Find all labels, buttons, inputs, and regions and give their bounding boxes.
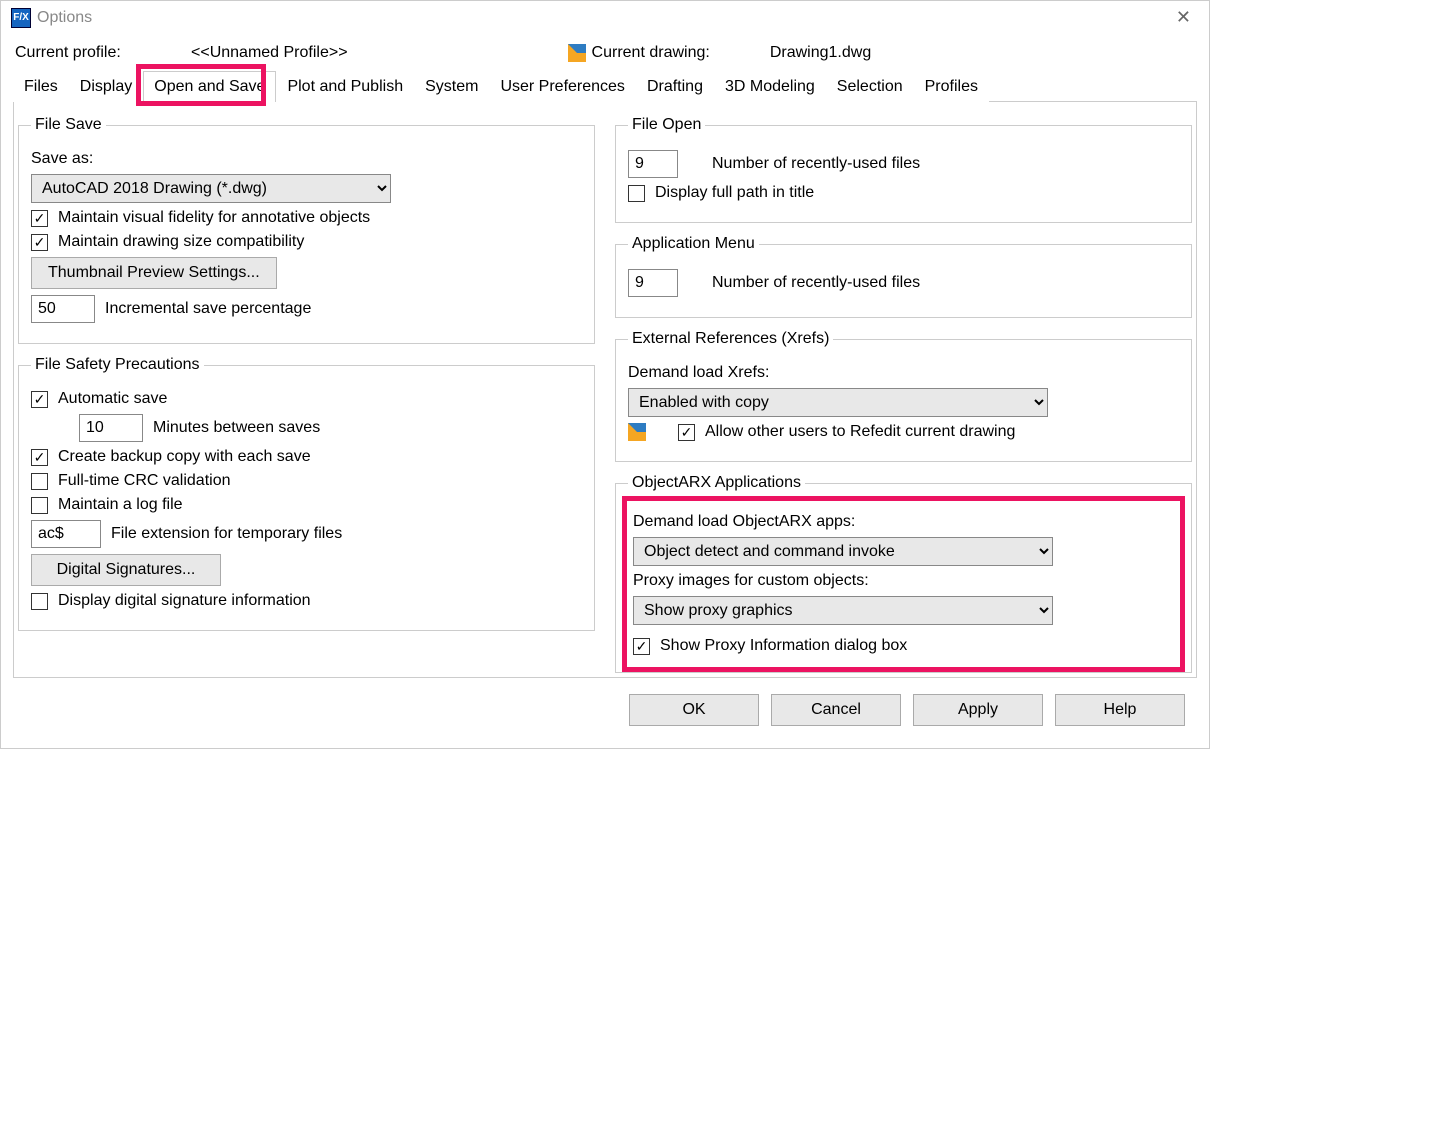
crc-validation-label: Full-time CRC validation [58, 472, 231, 490]
apply-button[interactable]: Apply [913, 694, 1043, 726]
group-application-menu: Application Menu Number of recently-used… [615, 235, 1192, 318]
tab-open-and-save[interactable]: Open and Save [143, 71, 276, 102]
crc-validation-checkbox[interactable] [31, 473, 48, 490]
file-safety-legend: File Safety Precautions [31, 356, 204, 374]
current-drawing-label: Current drawing: [592, 44, 710, 62]
current-profile-label: Current profile: [15, 44, 185, 62]
file-open-legend: File Open [628, 116, 705, 134]
proxy-images-select[interactable]: Show proxy graphics [633, 596, 1053, 625]
drawing-icon [628, 423, 652, 441]
display-digsig-label: Display digital signature information [58, 592, 311, 610]
allow-refedit-checkbox[interactable] [678, 424, 695, 441]
options-dialog: F/X Options ✕ Current profile: <<Unnamed… [0, 0, 1210, 749]
demand-load-xrefs-select[interactable]: Enabled with copy [628, 388, 1048, 417]
tab-drafting[interactable]: Drafting [636, 71, 714, 102]
proxy-images-label: Proxy images for custom objects: [633, 572, 869, 590]
maintain-fidelity-checkbox[interactable] [31, 210, 48, 227]
tab-3d-modeling[interactable]: 3D Modeling [714, 71, 826, 102]
demand-load-arx-select[interactable]: Object detect and command invoke [633, 537, 1053, 566]
tab-display[interactable]: Display [69, 71, 143, 102]
group-file-safety: File Safety Precautions Automatic save M… [18, 356, 595, 631]
automatic-save-checkbox[interactable] [31, 391, 48, 408]
profile-row: Current profile: <<Unnamed Profile>> Cur… [15, 44, 1197, 62]
close-icon[interactable]: ✕ [1168, 7, 1199, 28]
create-backup-label: Create backup copy with each save [58, 448, 311, 466]
thumbnail-preview-button[interactable]: Thumbnail Preview Settings... [31, 257, 277, 289]
file-open-recent-label: Number of recently-used files [712, 155, 920, 173]
create-backup-checkbox[interactable] [31, 449, 48, 466]
titlebar: F/X Options ✕ [1, 1, 1209, 34]
show-proxy-info-label: Show Proxy Information dialog box [660, 637, 907, 655]
current-drawing-value: Drawing1.dwg [770, 44, 871, 62]
automatic-save-label: Automatic save [58, 390, 167, 408]
tab-user-preferences[interactable]: User Preferences [489, 71, 636, 102]
maintain-logfile-label: Maintain a log file [58, 496, 183, 514]
cancel-button[interactable]: Cancel [771, 694, 901, 726]
group-objectarx: ObjectARX Applications Demand load Objec… [615, 474, 1192, 673]
maintain-logfile-checkbox[interactable] [31, 497, 48, 514]
app-menu-recent-input[interactable] [628, 269, 678, 297]
fx-logo-icon: F/X [11, 8, 31, 28]
window-title: Options [37, 9, 92, 27]
highlight-objectarx: Demand load ObjectARX apps: Object detec… [622, 496, 1185, 672]
incremental-save-label: Incremental save percentage [105, 300, 311, 318]
display-digsig-checkbox[interactable] [31, 593, 48, 610]
incremental-save-input[interactable] [31, 295, 95, 323]
digital-signatures-button[interactable]: Digital Signatures... [31, 554, 221, 586]
drawing-icon [568, 44, 592, 62]
show-proxy-info-checkbox[interactable] [633, 638, 650, 655]
maintain-fidelity-label: Maintain visual fidelity for annotative … [58, 209, 370, 227]
app-menu-legend: Application Menu [628, 235, 759, 253]
tab-profiles[interactable]: Profiles [914, 71, 989, 102]
ok-button[interactable]: OK [629, 694, 759, 726]
maintain-size-label: Maintain drawing size compatibility [58, 233, 304, 251]
group-file-save: File Save Save as: AutoCAD 2018 Drawing … [18, 116, 595, 344]
objectarx-legend: ObjectARX Applications [628, 474, 805, 492]
group-xrefs: External References (Xrefs) Demand load … [615, 330, 1192, 462]
allow-refedit-label: Allow other users to Refedit current dra… [705, 423, 1015, 441]
tab-pane: File Save Save as: AutoCAD 2018 Drawing … [13, 102, 1197, 678]
minutes-between-saves-input[interactable] [79, 414, 143, 442]
maintain-size-checkbox[interactable] [31, 234, 48, 251]
demand-load-arx-label: Demand load ObjectARX apps: [633, 513, 855, 531]
demand-load-xrefs-label: Demand load Xrefs: [628, 364, 769, 382]
tab-bar: Files Display Open and Save Plot and Pub… [13, 70, 1197, 102]
tab-files[interactable]: Files [13, 71, 69, 102]
tab-plot-and-publish[interactable]: Plot and Publish [276, 71, 414, 102]
display-full-path-checkbox[interactable] [628, 185, 645, 202]
tab-selection[interactable]: Selection [826, 71, 914, 102]
display-full-path-label: Display full path in title [655, 184, 814, 202]
file-open-recent-input[interactable] [628, 150, 678, 178]
xrefs-legend: External References (Xrefs) [628, 330, 833, 348]
file-extension-input[interactable] [31, 520, 101, 548]
tab-system[interactable]: System [414, 71, 489, 102]
minutes-between-saves-label: Minutes between saves [153, 419, 320, 437]
file-extension-label: File extension for temporary files [111, 525, 342, 543]
file-save-legend: File Save [31, 116, 106, 134]
help-button[interactable]: Help [1055, 694, 1185, 726]
group-file-open: File Open Number of recently-used files … [615, 116, 1192, 223]
save-as-label: Save as: [31, 150, 93, 168]
save-as-select[interactable]: AutoCAD 2018 Drawing (*.dwg) [31, 174, 391, 203]
app-menu-recent-label: Number of recently-used files [712, 274, 920, 292]
current-profile-value: <<Unnamed Profile>> [191, 44, 348, 62]
dialog-footer: OK Cancel Apply Help [13, 678, 1197, 734]
